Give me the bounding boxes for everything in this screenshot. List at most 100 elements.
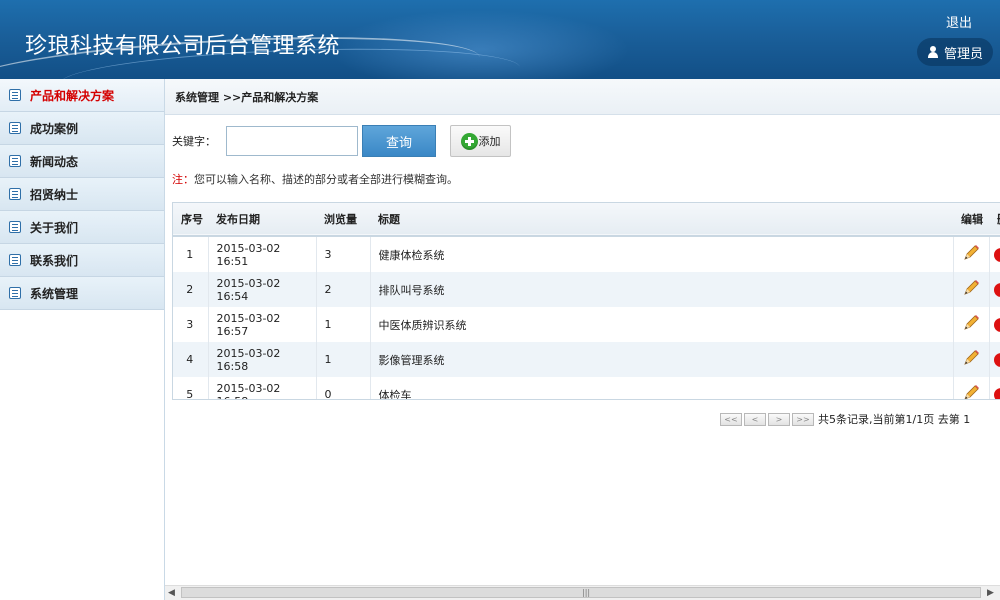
delete-cell (989, 342, 1000, 377)
row-title: 中医体质辨识系统 (370, 307, 954, 342)
scroll-grip-icon: ||| (582, 588, 591, 597)
sidebar-item-cases[interactable]: 成功案例 (0, 112, 164, 145)
list-icon (9, 254, 21, 266)
sidebar-item-label: 成功案例 (30, 121, 79, 136)
scroll-right-icon[interactable]: ▶ (987, 588, 994, 598)
user-badge[interactable]: 管理员 (917, 38, 993, 66)
user-name: 管理员 (943, 46, 983, 62)
col-header-title: 标题 (378, 213, 400, 226)
row-date: 2015-03-02 16:58 (208, 342, 317, 377)
row-title: 健康体检系统 (370, 236, 954, 272)
table-header: 序号 发布日期 浏览量 标题 编辑 删 (173, 203, 1000, 236)
delete-icon[interactable] (993, 388, 1000, 399)
row-views: 1 (316, 307, 371, 342)
row-no: 3 (173, 307, 209, 342)
delete-cell (989, 236, 1000, 272)
row-date: 2015-03-02 16:54 (208, 272, 317, 307)
delete-icon[interactable] (993, 248, 1000, 262)
first-page-button[interactable]: << (720, 412, 742, 426)
search-bar: 关键字： 查询 添加 (172, 124, 511, 158)
row-no: 4 (173, 342, 209, 377)
keyword-label: 关键字： (172, 135, 216, 148)
list-icon (9, 122, 21, 134)
pencil-icon[interactable] (961, 383, 981, 400)
pencil-icon[interactable] (961, 278, 981, 298)
sidebar-item-label: 新闻动态 (30, 154, 79, 169)
sidebar-item-products[interactable]: 产品和解决方案 (0, 79, 164, 112)
col-header-views: 浏览量 (324, 213, 357, 226)
sidebar-item-news[interactable]: 新闻动态 (0, 145, 164, 178)
table-row: 1 2015-03-02 16:51 3 健康体检系统 (173, 236, 1000, 272)
app-header: 珍琅科技有限公司后台管理系统 退出 管理员 (0, 0, 1000, 79)
col-header-edit: 编辑 (961, 213, 983, 226)
row-title: 排队叫号系统 (370, 272, 954, 307)
last-page-button[interactable]: >> (792, 412, 814, 426)
sidebar-item-label: 联系我们 (30, 253, 79, 268)
sidebar-item-contact[interactable]: 联系我们 (0, 244, 164, 277)
prev-page-button[interactable]: < (744, 412, 766, 426)
delete-icon[interactable] (993, 283, 1000, 297)
next-page-button[interactable]: > (768, 412, 790, 426)
row-views: 3 (316, 236, 371, 272)
note-prefix: 注： (172, 173, 194, 186)
search-note: 注：您可以输入名称、描述的部分或者全部进行模糊查询。 (172, 171, 458, 187)
row-no: 5 (173, 377, 209, 399)
plus-icon (460, 132, 478, 150)
delete-icon[interactable] (993, 318, 1000, 332)
pencil-icon[interactable] (961, 243, 981, 263)
row-views: 1 (316, 342, 371, 377)
list-icon (9, 287, 21, 299)
edit-cell (953, 236, 990, 272)
user-icon (927, 46, 939, 58)
list-icon (9, 188, 21, 200)
scroll-left-icon[interactable]: ◀ (168, 588, 175, 598)
col-header-delete: 删 (989, 203, 1000, 236)
edit-cell (953, 342, 990, 377)
pager-summary: 共5条记录,当前第1/1页 去第 1 (818, 413, 971, 426)
row-title: 体检车 (370, 377, 954, 399)
list-icon (9, 221, 21, 233)
edit-cell (953, 272, 990, 307)
logout-link[interactable]: 退出 (946, 12, 972, 31)
keyword-input[interactable] (226, 126, 358, 156)
sidebar-item-system[interactable]: 系统管理 (0, 277, 164, 310)
row-views: 0 (316, 377, 371, 399)
table-row: 2 2015-03-02 16:54 2 排队叫号系统 (173, 272, 1000, 307)
search-button[interactable]: 查询 (362, 125, 436, 157)
row-date: 2015-03-02 16:57 (208, 307, 317, 342)
row-date: 2015-03-02 16:58 (208, 377, 317, 399)
add-button-label: 添加 (478, 135, 501, 148)
delete-cell (989, 307, 1000, 342)
scroll-thumb[interactable]: ||| (181, 587, 981, 598)
list-icon (9, 155, 21, 167)
breadcrumb: 系统管理 >>产品和解决方案 (165, 79, 1000, 115)
app-title: 珍琅科技有限公司后台管理系统 (25, 34, 341, 59)
pencil-icon[interactable] (961, 313, 981, 333)
table-row: 5 2015-03-02 16:58 0 体检车 (173, 377, 1000, 400)
col-header-date: 发布日期 (216, 213, 260, 226)
add-button[interactable]: 添加 (450, 125, 511, 157)
pagination: << < > >> 共5条记录,当前第1/1页 去第 1 (720, 411, 970, 427)
sidebar-item-jobs[interactable]: 招贤纳士 (0, 178, 164, 211)
products-table: 序号 发布日期 浏览量 标题 编辑 删 1 2015-03-02 16:51 3… (172, 202, 1000, 400)
delete-icon[interactable] (993, 353, 1000, 367)
pencil-icon[interactable] (961, 348, 981, 368)
sidebar-item-label: 招贤纳士 (30, 187, 79, 202)
note-text: 您可以输入名称、描述的部分或者全部进行模糊查询。 (194, 173, 458, 186)
edit-cell (953, 377, 990, 400)
row-no: 1 (173, 236, 209, 272)
row-no: 2 (173, 272, 209, 307)
row-views: 2 (316, 272, 371, 307)
horizontal-scrollbar[interactable]: ◀ ||| ▶ (165, 585, 1000, 600)
col-header-no: 序号 (181, 213, 203, 226)
delete-cell (989, 377, 1000, 399)
delete-cell (989, 272, 1000, 307)
sidebar-item-label: 关于我们 (30, 220, 79, 235)
sidebar-item-label: 系统管理 (30, 286, 79, 301)
sidebar: 产品和解决方案 成功案例 新闻动态 招贤纳士 关于我们 联系我们 系统管理 (0, 79, 165, 600)
sidebar-item-about[interactable]: 关于我们 (0, 211, 164, 244)
row-date: 2015-03-02 16:51 (208, 236, 317, 272)
table-row: 4 2015-03-02 16:58 1 影像管理系统 (173, 342, 1000, 377)
edit-cell (953, 307, 990, 342)
list-icon (9, 89, 21, 101)
